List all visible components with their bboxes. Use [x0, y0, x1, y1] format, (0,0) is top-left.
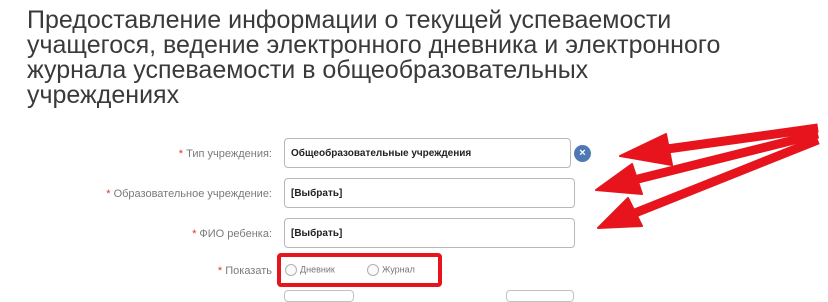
arrow-1-head [619, 133, 673, 166]
arrow-3-head [597, 197, 643, 229]
annotation-arrows [595, 123, 820, 229]
arrow-2-head [595, 163, 643, 195]
